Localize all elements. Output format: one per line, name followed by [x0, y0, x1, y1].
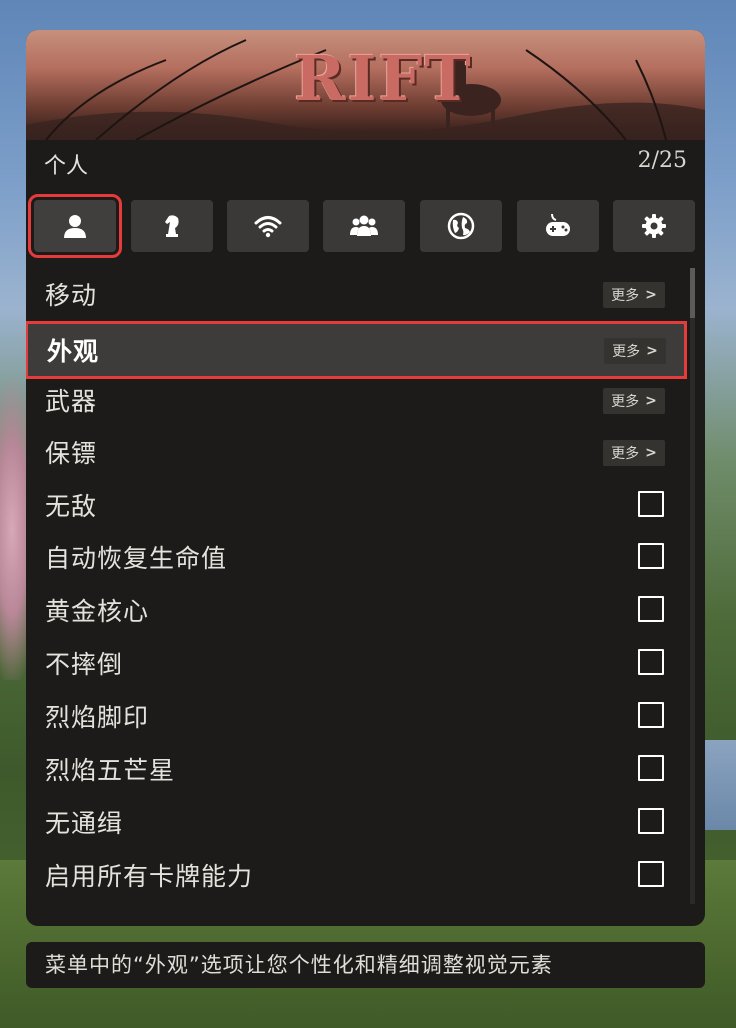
mod-menu-panel: RIFT 个人 2/25 移动 更多 > 外观 更多 > 武器 更多 > 保镖 … — [26, 30, 705, 926]
menu-item-label: 烈焰五芒星 — [45, 756, 176, 785]
gamepad-icon — [546, 213, 570, 236]
toggle-checkbox[interactable] — [638, 861, 664, 887]
menu-item-fire-pentagram[interactable]: 烈焰五芒星 — [26, 743, 685, 795]
menu-item-label: 无通缉 — [45, 809, 124, 838]
menu-item-appearance[interactable]: 外观 更多 > — [28, 324, 684, 376]
wifi-icon — [254, 216, 282, 238]
more-label: 更多 — [611, 288, 640, 304]
app-logo: RIFT — [294, 42, 473, 115]
scrollbar-thumb[interactable] — [690, 268, 695, 318]
tab-chess-knight[interactable] — [131, 200, 213, 252]
menu-item-label: 武器 — [45, 387, 98, 416]
menu-item-label: 黄金核心 — [45, 597, 150, 626]
tab-group[interactable] — [323, 200, 405, 252]
page-title: 个人 — [44, 154, 89, 179]
more-button[interactable]: 更多 > — [604, 338, 666, 364]
gear-icon — [642, 214, 666, 238]
menu-item-label: 不摔倒 — [45, 650, 124, 679]
menu-item-label: 外观 — [47, 337, 100, 366]
tab-settings[interactable] — [613, 200, 695, 252]
menu-item-movement[interactable]: 移动 更多 > — [26, 268, 685, 320]
more-button[interactable]: 更多 > — [603, 388, 665, 414]
chevron-right-icon: > — [645, 287, 657, 303]
menu-scrollbar[interactable] — [690, 268, 695, 904]
item-counter: 2/25 — [637, 148, 687, 173]
tab-person[interactable] — [28, 194, 122, 258]
more-label: 更多 — [611, 394, 640, 410]
toggle-checkbox[interactable] — [638, 702, 664, 728]
toggle-checkbox[interactable] — [638, 649, 664, 675]
menu-item-bodyguard[interactable]: 保镖 更多 > — [26, 426, 685, 478]
tab-wifi[interactable] — [227, 200, 309, 252]
tab-gamepad[interactable] — [517, 200, 599, 252]
menu-item-label: 保镖 — [45, 439, 98, 468]
menu-item-label: 自动恢复生命值 — [45, 544, 228, 573]
menu-item-auto-heal[interactable]: 自动恢复生命值 — [26, 531, 685, 583]
menu-item-label: 无敌 — [45, 492, 98, 521]
chevron-right-icon: > — [645, 445, 657, 461]
tab-globe[interactable] — [420, 200, 502, 252]
person-icon — [64, 215, 86, 238]
more-label: 更多 — [612, 344, 641, 360]
menu-item-no-ragdoll[interactable]: 不摔倒 — [26, 637, 685, 689]
toggle-checkbox[interactable] — [638, 543, 664, 569]
toggle-checkbox[interactable] — [638, 755, 664, 781]
menu-item-all-cards[interactable]: 启用所有卡牌能力 — [26, 849, 685, 901]
globe-icon — [447, 212, 475, 240]
toggle-checkbox[interactable] — [638, 491, 664, 517]
chevron-right-icon: > — [646, 343, 658, 359]
menu-item-label: 启用所有卡牌能力 — [45, 862, 254, 891]
toggle-checkbox[interactable] — [638, 808, 664, 834]
menu-item-godmode[interactable]: 无敌 — [26, 479, 685, 531]
more-button[interactable]: 更多 > — [603, 282, 665, 308]
menu-item-no-wanted[interactable]: 无通缉 — [26, 796, 685, 848]
description-bar: 菜单中的“外观”选项让您个性化和精细调整视觉元素 — [26, 942, 705, 988]
menu-item-gold-cores[interactable]: 黄金核心 — [26, 584, 685, 636]
description-text: 菜单中的“外观”选项让您个性化和精细调整视觉元素 — [45, 953, 553, 977]
chess-knight-icon — [165, 215, 179, 237]
more-label: 更多 — [611, 446, 640, 462]
menu-item-fire-footprints[interactable]: 烈焰脚印 — [26, 690, 685, 742]
more-button[interactable]: 更多 > — [603, 440, 665, 466]
menu-banner: RIFT — [26, 30, 705, 140]
toggle-checkbox[interactable] — [638, 596, 664, 622]
group-icon — [350, 215, 378, 236]
category-tabs — [26, 194, 705, 258]
chevron-right-icon: > — [645, 393, 657, 409]
menu-item-label: 移动 — [45, 281, 98, 310]
menu-item-label: 烈焰脚印 — [45, 703, 150, 732]
menu-item-weapons[interactable]: 武器 更多 > — [26, 374, 685, 426]
